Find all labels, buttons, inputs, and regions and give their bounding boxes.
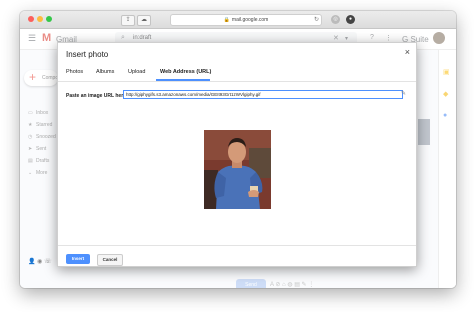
dialog-footer-divider: [58, 245, 416, 246]
insert-photo-dialog: Insert photo × Photos Albums Upload Web …: [57, 42, 417, 267]
share-icon[interactable]: ⇪: [121, 15, 135, 26]
tab-web-address[interactable]: Web Address (URL): [160, 69, 211, 75]
active-tab-indicator: [156, 79, 210, 81]
browser-titlebar: ⇪ ☁ 🔒 mail.google.com ↻ ◎ ●: [20, 11, 456, 29]
preview-photo-art: [204, 130, 271, 209]
cancel-button[interactable]: Cancel: [97, 254, 123, 266]
lock-icon: 🔒: [223, 17, 230, 23]
tab-photos[interactable]: Photos: [66, 69, 83, 75]
browser-window: ⇪ ☁ 🔒 mail.google.com ↻ ◎ ● ☰ M Gmail ⌕ i…: [20, 11, 456, 288]
maximize-window-button[interactable]: [46, 16, 52, 22]
image-preview: [204, 130, 271, 209]
address-text: mail.google.com: [231, 17, 269, 23]
insert-button[interactable]: Insert: [66, 254, 90, 264]
dialog-tabs: Photos Albums Upload Web Address (URL): [58, 66, 416, 82]
image-url-input[interactable]: http://giphygifs.s3.amazonaws.com/media/…: [123, 90, 403, 99]
hangouts-icon[interactable]: ◉: [37, 259, 42, 265]
cloud-icon[interactable]: ☁: [137, 15, 151, 26]
extension-icon[interactable]: ◎: [331, 15, 340, 24]
minimize-window-button[interactable]: [37, 16, 43, 22]
close-window-button[interactable]: [28, 16, 34, 22]
reload-icon[interactable]: ↻: [314, 15, 319, 25]
close-icon[interactable]: ×: [405, 48, 410, 57]
url-label: Paste an image URL here:: [66, 93, 128, 99]
address-bar[interactable]: 🔒 mail.google.com ↻: [170, 14, 322, 26]
phone-icon[interactable]: ☏: [44, 259, 52, 265]
person-icon[interactable]: 👤: [28, 259, 35, 265]
pencil-icon[interactable]: ✎: [401, 90, 406, 97]
download-icon[interactable]: ●: [346, 15, 355, 24]
footer-icons[interactable]: 👤 ◉ ☏: [28, 258, 52, 265]
tab-albums[interactable]: Albums: [96, 69, 114, 75]
tab-upload[interactable]: Upload: [128, 69, 145, 75]
dialog-title: Insert photo: [66, 50, 109, 59]
